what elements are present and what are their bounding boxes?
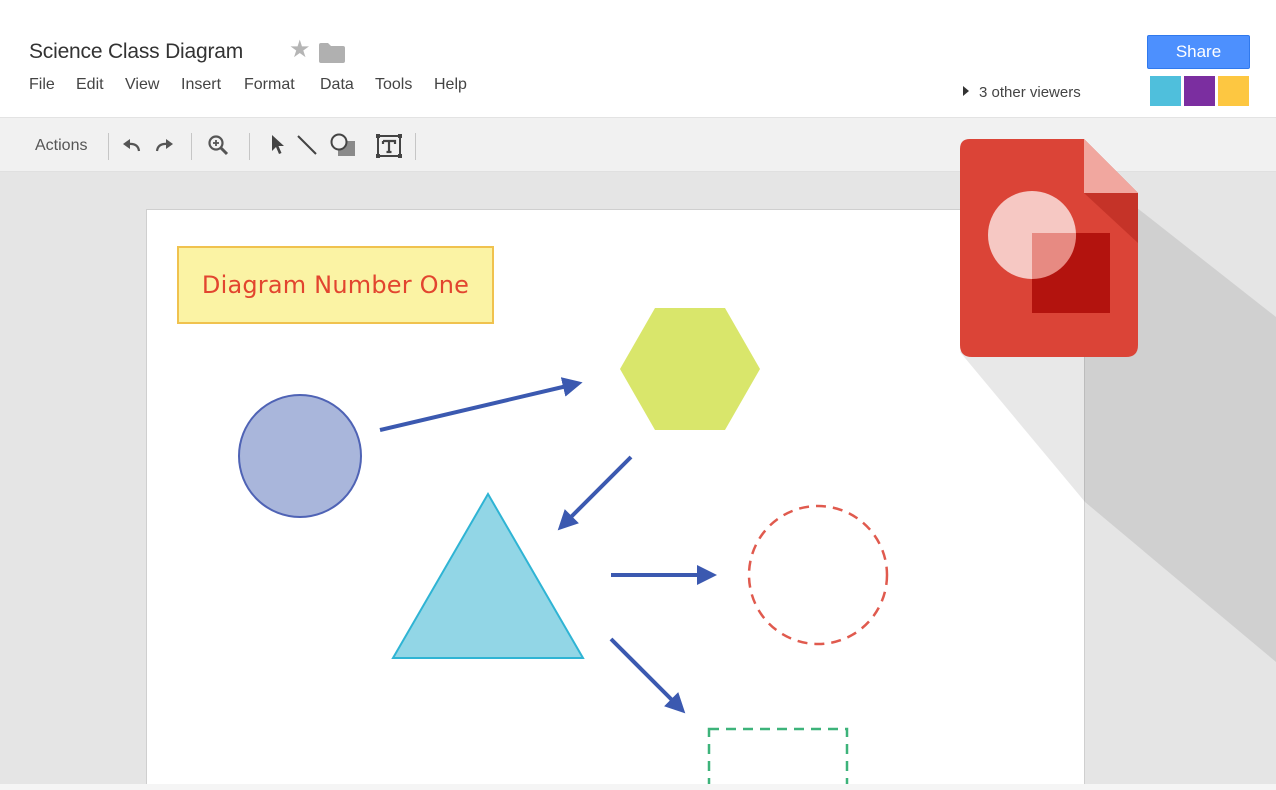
circle-shape[interactable] [238,394,362,518]
actions-menu[interactable]: Actions [35,137,87,155]
menu-data[interactable]: Data [320,76,354,94]
arrow-circle-to-hexagon[interactable] [379,377,583,432]
bottom-strip [0,784,1276,790]
document-title[interactable]: Science Class Diagram [29,40,243,64]
menu-tools[interactable]: Tools [375,76,412,94]
toolbar-separator [249,133,250,160]
menu-insert[interactable]: Insert [181,76,221,94]
drawings-logo-icon [960,139,1138,357]
menu-format[interactable]: Format [244,76,295,94]
header: Science Class Diagram ★ File Edit View I… [0,0,1276,118]
undo-icon[interactable] [121,137,143,160]
line-icon[interactable] [296,134,318,161]
toolbar-separator [191,133,192,160]
menu-view[interactable]: View [125,76,159,94]
arrow-triangle-to-dashed-rectangle[interactable] [609,637,686,714]
hexagon-shape[interactable] [620,308,760,430]
star-icon[interactable]: ★ [289,38,311,62]
other-viewers-toggle[interactable]: 3 other viewers [963,84,1081,101]
menu-file[interactable]: File [29,76,55,94]
triangle-shape[interactable] [391,492,585,659]
share-button[interactable]: Share [1147,35,1250,69]
redo-icon[interactable] [153,137,175,160]
folder-icon[interactable] [319,43,345,68]
drawings-app-logo [960,139,1140,364]
select-arrow-icon[interactable] [270,134,286,161]
dashed-rectangle-shape[interactable] [707,727,849,784]
menu-edit[interactable]: Edit [76,76,104,94]
shape-icon[interactable] [329,132,357,163]
dashed-circle-shape[interactable] [747,504,889,646]
toolbar-separator [415,133,416,160]
zoom-icon[interactable] [207,134,229,161]
viewer-avatar-1[interactable] [1150,76,1181,106]
arrow-hexagon-to-triangle[interactable] [557,455,633,531]
expand-triangle-icon [963,86,969,96]
menu-help[interactable]: Help [434,76,467,94]
toolbar-separator [108,133,109,160]
viewer-avatar-3[interactable] [1218,76,1249,106]
viewer-avatar-2[interactable] [1184,76,1215,106]
text-box-icon[interactable] [375,133,403,164]
viewers-count-label: 3 other viewers [979,84,1081,101]
